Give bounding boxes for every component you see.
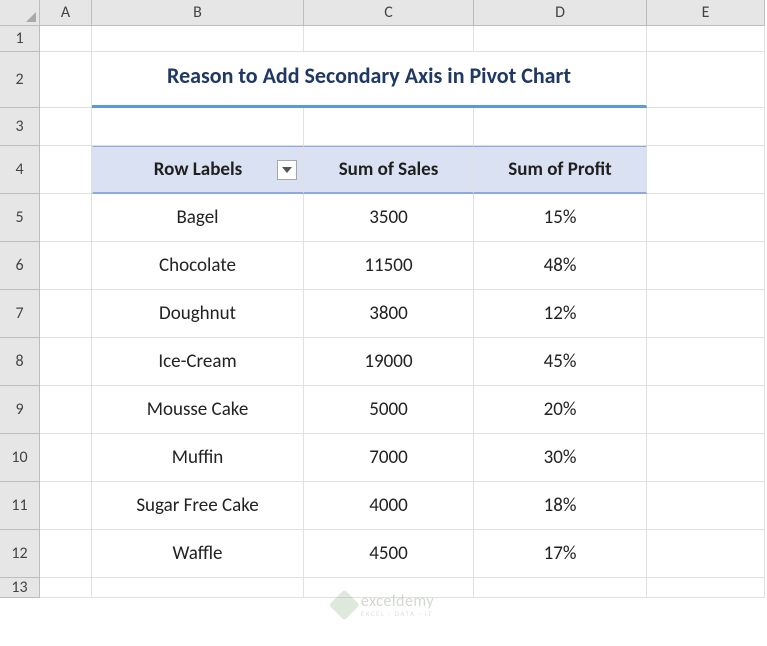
table-row-profit[interactable]: 15% bbox=[474, 194, 647, 242]
table-row-sales[interactable]: 19000 bbox=[304, 338, 474, 386]
pivot-header-sum-sales[interactable]: Sum of Sales bbox=[304, 146, 474, 194]
cell-E6[interactable] bbox=[647, 242, 765, 290]
cell-E3[interactable] bbox=[647, 108, 765, 146]
table-row-sales[interactable]: 3500 bbox=[304, 194, 474, 242]
col-header-D[interactable]: D bbox=[474, 0, 647, 26]
pivot-header-sum-profit[interactable]: Sum of Profit bbox=[474, 146, 647, 194]
pivot-header-row-labels-text: Row Labels bbox=[154, 158, 242, 181]
table-row-label[interactable]: Bagel bbox=[92, 194, 304, 242]
select-all-corner[interactable] bbox=[0, 0, 40, 26]
cell-A11[interactable] bbox=[40, 482, 92, 530]
table-row-sales[interactable]: 3800 bbox=[304, 290, 474, 338]
cell-A6[interactable] bbox=[40, 242, 92, 290]
cell-E9[interactable] bbox=[647, 386, 765, 434]
row-header-13[interactable]: 13 bbox=[0, 578, 40, 598]
row-labels-filter-button[interactable] bbox=[277, 160, 297, 180]
cell-A4[interactable] bbox=[40, 146, 92, 194]
cell-E1[interactable] bbox=[647, 26, 765, 52]
cell-A5[interactable] bbox=[40, 194, 92, 242]
table-row-profit[interactable]: 20% bbox=[474, 386, 647, 434]
cell-A8[interactable] bbox=[40, 338, 92, 386]
table-row-profit[interactable]: 30% bbox=[474, 434, 647, 482]
table-row-label[interactable]: Doughnut bbox=[92, 290, 304, 338]
cell-E2[interactable] bbox=[647, 52, 765, 108]
table-row-label[interactable]: Mousse Cake bbox=[92, 386, 304, 434]
chevron-down-icon bbox=[282, 167, 292, 173]
cell-A9[interactable] bbox=[40, 386, 92, 434]
cell-A13[interactable] bbox=[40, 578, 92, 598]
table-row-label[interactable]: Ice-Cream bbox=[92, 338, 304, 386]
row-header-11[interactable]: 11 bbox=[0, 482, 40, 530]
cell-D13[interactable] bbox=[474, 578, 647, 598]
pivot-header-row-labels[interactable]: Row Labels bbox=[92, 146, 304, 194]
table-row-profit[interactable]: 48% bbox=[474, 242, 647, 290]
col-header-B[interactable]: B bbox=[92, 0, 304, 26]
cell-E7[interactable] bbox=[647, 290, 765, 338]
row-header-7[interactable]: 7 bbox=[0, 290, 40, 338]
table-row-sales[interactable]: 7000 bbox=[304, 434, 474, 482]
row-header-8[interactable]: 8 bbox=[0, 338, 40, 386]
cell-A3[interactable] bbox=[40, 108, 92, 146]
row-header-6[interactable]: 6 bbox=[0, 242, 40, 290]
cell-B13[interactable] bbox=[92, 578, 304, 598]
cell-B3[interactable] bbox=[92, 108, 304, 146]
table-row-sales[interactable]: 4000 bbox=[304, 482, 474, 530]
table-row-profit[interactable]: 17% bbox=[474, 530, 647, 578]
cell-D3[interactable] bbox=[474, 108, 647, 146]
cell-A12[interactable] bbox=[40, 530, 92, 578]
table-row-sales[interactable]: 11500 bbox=[304, 242, 474, 290]
cell-E4[interactable] bbox=[647, 146, 765, 194]
page-title[interactable]: Reason to Add Secondary Axis in Pivot Ch… bbox=[92, 52, 647, 108]
cell-C1[interactable] bbox=[304, 26, 474, 52]
table-row-profit[interactable]: 18% bbox=[474, 482, 647, 530]
table-row-label[interactable]: Muffin bbox=[92, 434, 304, 482]
cell-E12[interactable] bbox=[647, 530, 765, 578]
table-row-profit[interactable]: 12% bbox=[474, 290, 647, 338]
row-header-5[interactable]: 5 bbox=[0, 194, 40, 242]
cell-E5[interactable] bbox=[647, 194, 765, 242]
cell-D1[interactable] bbox=[474, 26, 647, 52]
cell-E13[interactable] bbox=[647, 578, 765, 598]
cell-C3[interactable] bbox=[304, 108, 474, 146]
cell-E10[interactable] bbox=[647, 434, 765, 482]
col-header-C[interactable]: C bbox=[304, 0, 474, 26]
watermark-tagline: EXCEL · DATA · IT bbox=[361, 609, 434, 618]
table-row-sales[interactable]: 5000 bbox=[304, 386, 474, 434]
row-header-12[interactable]: 12 bbox=[0, 530, 40, 578]
row-header-3[interactable]: 3 bbox=[0, 108, 40, 146]
row-header-2[interactable]: 2 bbox=[0, 52, 40, 108]
cell-A2[interactable] bbox=[40, 52, 92, 108]
cell-A7[interactable] bbox=[40, 290, 92, 338]
cell-C13[interactable] bbox=[304, 578, 474, 598]
cell-A10[interactable] bbox=[40, 434, 92, 482]
row-header-10[interactable]: 10 bbox=[0, 434, 40, 482]
table-row-label[interactable]: Sugar Free Cake bbox=[92, 482, 304, 530]
cell-B1[interactable] bbox=[92, 26, 304, 52]
table-row-profit[interactable]: 45% bbox=[474, 338, 647, 386]
table-row-label[interactable]: Waffle bbox=[92, 530, 304, 578]
cell-E11[interactable] bbox=[647, 482, 765, 530]
table-row-label[interactable]: Chocolate bbox=[92, 242, 304, 290]
cell-E8[interactable] bbox=[647, 338, 765, 386]
spreadsheet-grid: A B C D E 1 2 Reason to Add Secondary Ax… bbox=[0, 0, 767, 598]
row-header-4[interactable]: 4 bbox=[0, 146, 40, 194]
row-header-1[interactable]: 1 bbox=[0, 26, 40, 52]
col-header-A[interactable]: A bbox=[40, 0, 92, 26]
table-row-sales[interactable]: 4500 bbox=[304, 530, 474, 578]
row-header-9[interactable]: 9 bbox=[0, 386, 40, 434]
cell-A1[interactable] bbox=[40, 26, 92, 52]
col-header-E[interactable]: E bbox=[647, 0, 765, 26]
